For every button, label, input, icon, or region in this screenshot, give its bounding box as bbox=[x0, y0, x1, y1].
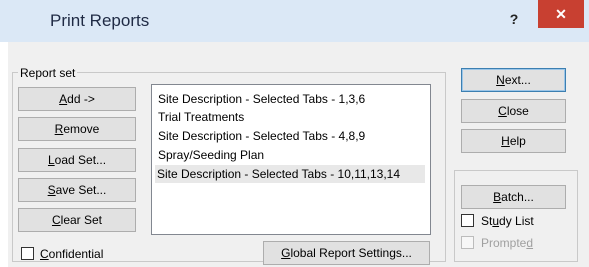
study-list-label-post: dy List bbox=[499, 214, 534, 228]
confidential-label-post: onfidential bbox=[48, 247, 104, 261]
clear-set-label-post: lear Set bbox=[60, 213, 103, 227]
list-item[interactable]: Trial Treatments bbox=[156, 108, 244, 126]
study-list-label: Study List bbox=[481, 214, 534, 228]
help-button[interactable]: Help bbox=[461, 129, 566, 153]
confidential-label-accel: C bbox=[40, 247, 49, 261]
load-set-label-post: oad Set... bbox=[54, 153, 107, 167]
prompted-checkbox[interactable] bbox=[461, 236, 474, 249]
print-reports-dialog: Print Reports ? ✕ Report set Add -> Remo… bbox=[0, 0, 589, 267]
load-set-button[interactable]: Load Set... bbox=[18, 148, 136, 172]
next-label-post: ext... bbox=[504, 73, 531, 87]
list-item-selected[interactable]: Site Description - Selected Tabs - 10,11… bbox=[155, 165, 425, 183]
help-icon[interactable]: ? bbox=[500, 6, 528, 32]
close-button[interactable]: Close bbox=[461, 99, 566, 123]
list-item[interactable]: Site Description - Selected Tabs - 1,3,6 bbox=[156, 90, 365, 108]
help-label-post: elp bbox=[509, 134, 526, 148]
prompted-label-pre: Prompte bbox=[481, 236, 527, 250]
help-label-accel: H bbox=[501, 134, 510, 148]
confidential-checkbox[interactable] bbox=[21, 247, 34, 260]
title-bar: Print Reports ? ✕ bbox=[0, 0, 589, 42]
save-set-label-post: ave Set... bbox=[55, 183, 107, 197]
load-set-label-accel: L bbox=[47, 153, 55, 167]
remove-label-post: emove bbox=[63, 122, 100, 136]
global-settings-label-post: lobal Report Settings... bbox=[290, 246, 412, 260]
add-label-accel: A bbox=[59, 92, 68, 106]
save-set-button[interactable]: Save Set... bbox=[18, 178, 136, 202]
prompted-label-accel: d bbox=[526, 236, 534, 250]
next-button[interactable]: Next... bbox=[461, 68, 566, 92]
report-set-label: Report set bbox=[18, 66, 78, 80]
save-set-label-accel: S bbox=[47, 183, 56, 197]
remove-button[interactable]: Remove bbox=[18, 117, 136, 141]
study-list-checkbox[interactable] bbox=[461, 214, 474, 227]
clear-set-label-accel: C bbox=[51, 213, 61, 227]
batch-label-post: atch... bbox=[501, 190, 534, 204]
study-list-label-pre: St bbox=[481, 214, 493, 228]
close-icon[interactable]: ✕ bbox=[538, 0, 584, 28]
add-button[interactable]: Add -> bbox=[18, 87, 136, 111]
prompted-label: Prompted bbox=[481, 236, 533, 250]
list-item[interactable]: Spray/Seeding Plan bbox=[156, 146, 264, 164]
remove-label-accel: R bbox=[54, 122, 64, 136]
close-label-accel: C bbox=[498, 104, 507, 118]
add-label-post: dd -> bbox=[67, 92, 95, 106]
global-report-settings-button[interactable]: Global Report Settings... bbox=[263, 241, 430, 265]
batch-label-accel: B bbox=[493, 190, 502, 204]
window-title: Print Reports bbox=[50, 11, 150, 30]
batch-button[interactable]: Batch... bbox=[461, 185, 566, 209]
clear-set-button[interactable]: Clear Set bbox=[18, 208, 136, 232]
confidential-label: Confidential bbox=[40, 247, 103, 261]
list-item[interactable]: Site Description - Selected Tabs - 4,8,9 bbox=[156, 127, 365, 145]
report-list[interactable]: Site Description - Selected Tabs - 1,3,6… bbox=[151, 84, 431, 235]
next-label-accel: N bbox=[496, 73, 505, 87]
close-label-post: lose bbox=[506, 104, 529, 118]
